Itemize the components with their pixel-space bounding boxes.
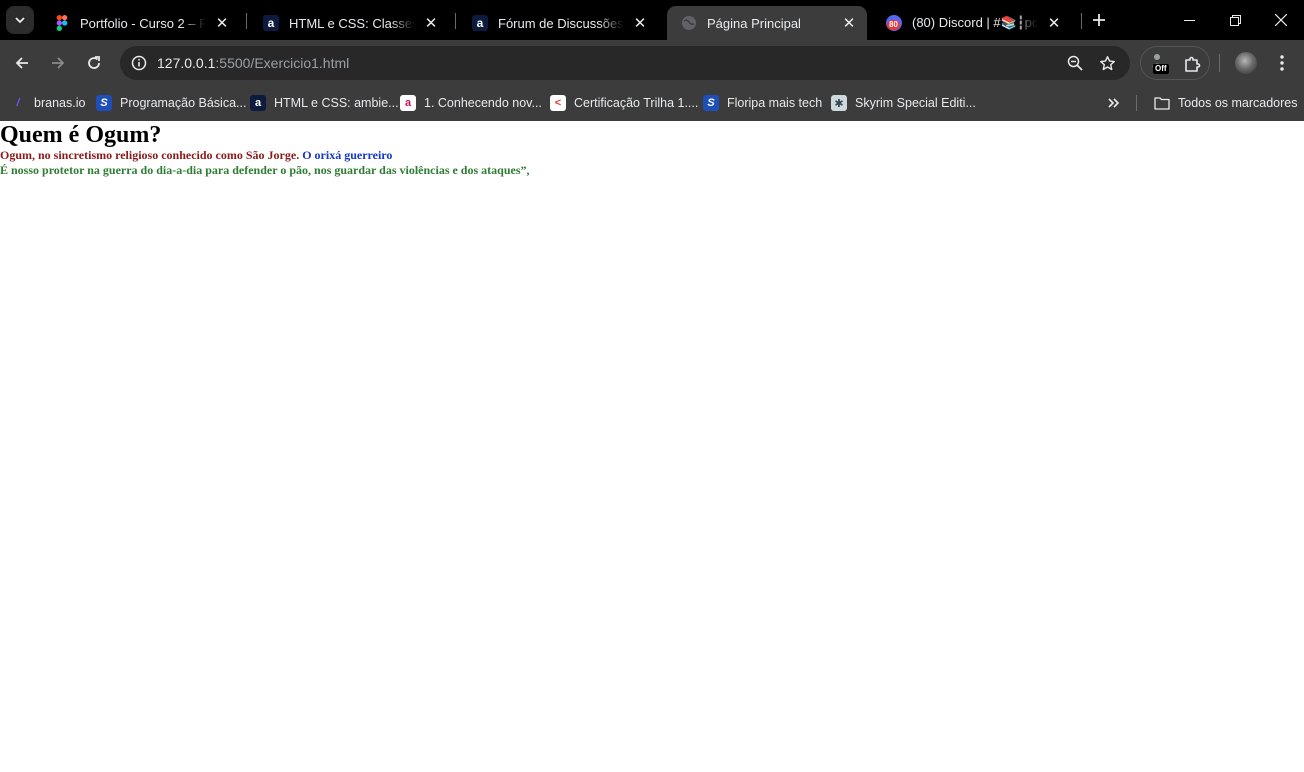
- more-bookmarks-button[interactable]: [1104, 92, 1124, 114]
- web-page-content: Quem é Ogum? Ogum, no sincretismo religi…: [0, 121, 1304, 772]
- puzzle-fav-icon: ✱: [831, 95, 847, 111]
- back-button[interactable]: [6, 47, 38, 79]
- discord-icon: 80: [886, 15, 902, 31]
- browser-toolbar: 127.0.0.1:5500/Exercicio1.html Off: [0, 40, 1304, 86]
- browser-menu-button[interactable]: [1270, 47, 1294, 79]
- tab-title: Página Principal: [707, 15, 801, 31]
- extension-off-badge: Off: [1153, 64, 1169, 74]
- restore-icon: [1229, 14, 1241, 26]
- star-icon: [1099, 55, 1115, 70]
- close-icon[interactable]: ✕: [214, 15, 230, 32]
- alura-icon: a: [400, 95, 416, 111]
- bookmark-label: 1. Conhecendo nov...: [424, 96, 542, 110]
- alura-icon: a: [472, 15, 488, 31]
- paragraph-line-2: É nosso protetor na guerra do dia-a-dia …: [0, 163, 530, 177]
- forward-button[interactable]: [42, 47, 74, 79]
- all-bookmarks-button[interactable]: Todos os marcadores: [1154, 91, 1298, 115]
- bookmark-label: Skyrim Special Editi...: [855, 96, 976, 110]
- tab-alura-forum[interactable]: a Fórum de Discussões | Alura ✕: [458, 6, 658, 40]
- tab-pagina-principal[interactable]: Página Principal ✕: [667, 6, 867, 40]
- plus-icon: [1093, 14, 1105, 26]
- chevron-down-icon: [15, 17, 25, 24]
- bookmark-label: HTML e CSS: ambie...: [274, 96, 399, 110]
- toolbar-divider: [1219, 54, 1220, 72]
- double-chevron-right-icon: [1108, 98, 1120, 108]
- bookmark-label: Floripa mais tech: [727, 96, 823, 110]
- bookmark-floripa[interactable]: S Floripa mais tech: [703, 91, 822, 115]
- orixa-guerreiro-text: O orixá guerreiro: [302, 148, 393, 162]
- url-host: 127.0.0.1: [157, 55, 216, 71]
- address-bar[interactable]: 127.0.0.1:5500/Exercicio1.html: [120, 46, 1130, 80]
- url-text: 127.0.0.1:5500/Exercicio1.html: [157, 55, 349, 71]
- figma-icon: [54, 15, 70, 31]
- all-bookmarks-label: Todos os marcadores: [1178, 96, 1298, 110]
- tab-search-button[interactable]: [6, 6, 34, 34]
- bookmark-label: Programação Básica...: [120, 96, 247, 110]
- extensions-group: Off: [1140, 46, 1210, 80]
- close-icon[interactable]: ✕: [841, 15, 857, 32]
- bookmark-html-css-ambiente[interactable]: a HTML e CSS: ambie...: [250, 91, 399, 115]
- paragraph-line-1: Ogum, no sincretismo religioso conhecido…: [0, 148, 1304, 163]
- s-icon: S: [96, 95, 112, 111]
- info-icon: [131, 55, 147, 71]
- globe-icon: [681, 15, 697, 31]
- folder-icon: [1154, 96, 1170, 110]
- bookmark-branas[interactable]: / branas.io: [10, 91, 85, 115]
- close-icon[interactable]: ✕: [1046, 15, 1062, 32]
- tab-strip: Portfolio - Curso 2 – Figma ✕ a HTML e C…: [0, 0, 1304, 40]
- tab-divider: [246, 13, 247, 29]
- new-tab-button[interactable]: [1087, 8, 1111, 32]
- sincretismo-text: Ogum, no sincretismo religioso conhecido…: [0, 148, 300, 162]
- bookmark-skyrim[interactable]: ✱ Skyrim Special Editi...: [831, 91, 976, 115]
- bookmark-label: Certificação Trilha 1....: [574, 96, 699, 110]
- arrow-left-icon: [15, 57, 28, 69]
- chevron-logo-icon: <: [550, 95, 566, 111]
- s-icon: S: [703, 95, 719, 111]
- arrow-right-icon: [52, 57, 65, 69]
- tab-title: (80) Discord | #📚┇por-onde-começar: [912, 15, 1038, 30]
- bookmark-star-button[interactable]: [1092, 46, 1122, 80]
- notification-badge: 80: [887, 20, 900, 30]
- extensions-button[interactable]: [1181, 53, 1203, 75]
- close-window-button[interactable]: [1258, 0, 1304, 40]
- bookmark-conhecendo[interactable]: a 1. Conhecendo nov...: [400, 91, 542, 115]
- alura-icon: a: [263, 15, 279, 31]
- extension-button[interactable]: Off: [1149, 51, 1173, 75]
- profile-avatar[interactable]: [1235, 52, 1257, 74]
- tab-title: Portfolio - Curso 2 – Figma: [80, 15, 206, 31]
- bookmark-programacao-basica[interactable]: S Programação Básica...: [96, 91, 246, 115]
- tab-discord[interactable]: 80 (80) Discord | #📚┇por-onde-começar ✕: [872, 6, 1072, 40]
- tab-title: Fórum de Discussões | Alura: [498, 15, 624, 31]
- minimize-button[interactable]: [1166, 0, 1212, 40]
- reload-button[interactable]: [78, 47, 110, 79]
- zoom-button[interactable]: [1060, 46, 1090, 80]
- tab-divider: [455, 13, 456, 29]
- zoom-out-icon: [1067, 55, 1083, 71]
- minimize-icon: [1183, 19, 1195, 21]
- restore-button[interactable]: [1212, 0, 1258, 40]
- close-icon[interactable]: ✕: [632, 15, 648, 32]
- bookmark-certificacao[interactable]: < Certificação Trilha 1....: [550, 91, 698, 115]
- more-vert-icon: [1280, 55, 1284, 71]
- url-path: :5500/Exercicio1.html: [215, 55, 350, 71]
- bookmarks-bar: / branas.io S Programação Básica... a HT…: [0, 86, 1304, 121]
- branas-icon: /: [16, 97, 20, 109]
- tab-title: HTML e CSS: Classes, posicionamento: [289, 15, 415, 31]
- site-info-button[interactable]: [122, 46, 156, 80]
- bookmark-label: branas.io: [34, 96, 86, 110]
- tab-alura-classes[interactable]: a HTML e CSS: Classes, posicionamento ✕: [249, 6, 449, 40]
- close-icon[interactable]: ✕: [423, 15, 439, 32]
- page-heading: Quem é Ogum?: [0, 122, 162, 148]
- reload-icon: [88, 56, 100, 69]
- puzzle-icon: [1185, 56, 1201, 72]
- close-icon: [1275, 14, 1287, 26]
- tab-figma[interactable]: Portfolio - Curso 2 – Figma ✕: [40, 6, 240, 40]
- tab-divider: [1081, 13, 1082, 29]
- bookmarks-divider: [1136, 95, 1137, 111]
- alura-icon: a: [250, 95, 266, 111]
